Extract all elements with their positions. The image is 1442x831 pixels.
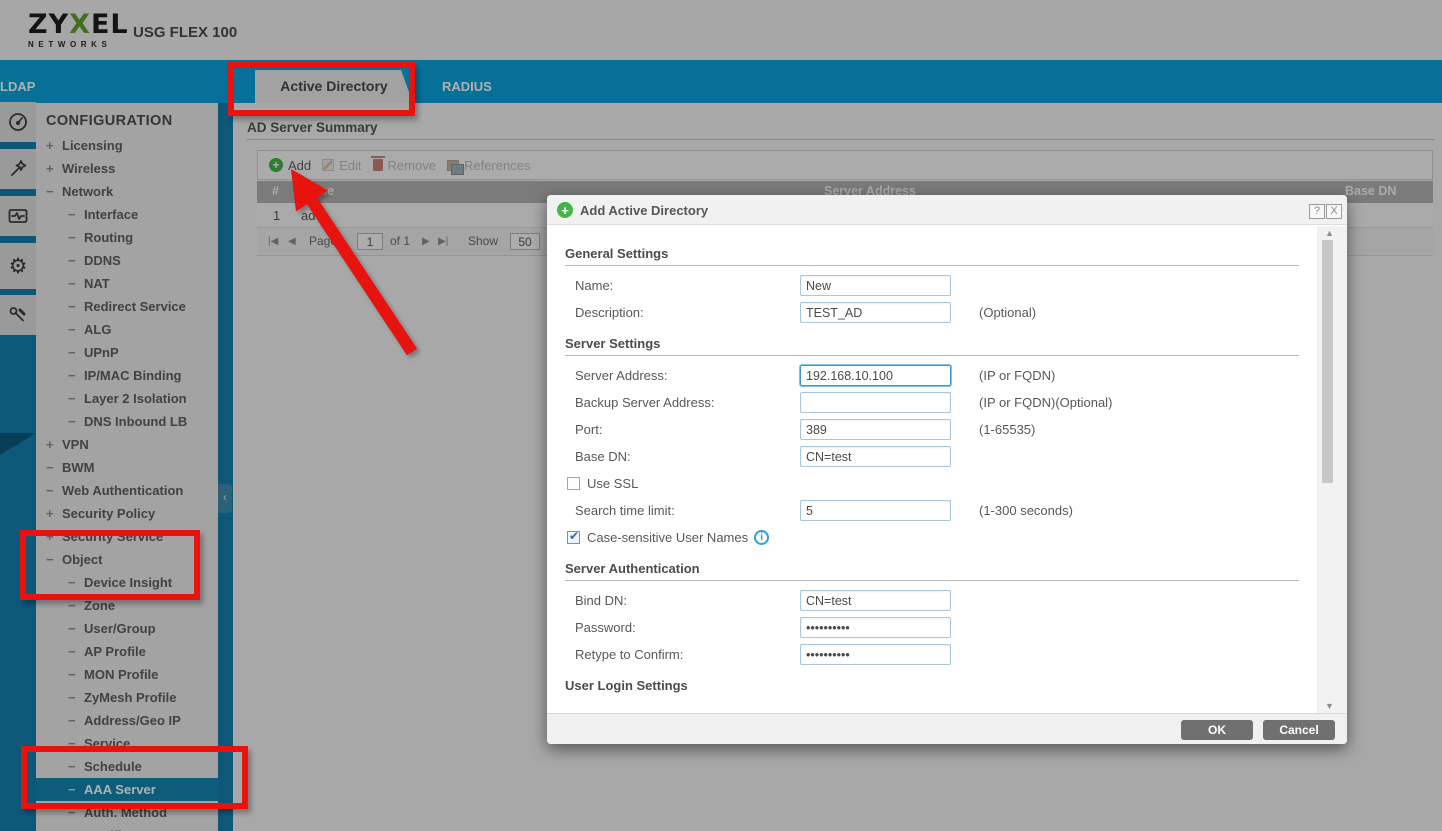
form-row: Case-sensitive User Names i bbox=[567, 528, 1317, 547]
name-input[interactable] bbox=[800, 275, 951, 296]
dialog-footer: OK Cancel bbox=[547, 713, 1347, 744]
password-input[interactable] bbox=[800, 617, 951, 638]
form-row: Description: (Optional) bbox=[575, 303, 1317, 322]
section-divider bbox=[565, 355, 1299, 356]
add-active-directory-dialog: + Add Active Directory ? X General Setti… bbox=[547, 195, 1347, 744]
scroll-up-icon[interactable]: ▲ bbox=[1325, 228, 1334, 238]
field-label: Search time limit: bbox=[575, 503, 800, 518]
section-heading-general-settings: General Settings bbox=[565, 246, 1317, 261]
description-input[interactable] bbox=[800, 302, 951, 323]
ok-button[interactable]: OK bbox=[1181, 720, 1253, 740]
server-address-input[interactable] bbox=[800, 365, 951, 386]
zyxel-usg-flex-page: ZYXEL NETWORKS USG FLEX 100 Active Direc… bbox=[0, 0, 1442, 831]
bind-dn-input[interactable] bbox=[800, 590, 951, 611]
form-row: Base DN: bbox=[575, 447, 1317, 466]
form-row: Retype to Confirm: bbox=[575, 645, 1317, 664]
dialog-titlebar: + Add Active Directory ? X bbox=[547, 195, 1347, 225]
checkbox-label: Use SSL bbox=[587, 476, 638, 491]
section-divider bbox=[565, 265, 1299, 266]
field-label: Description: bbox=[575, 305, 800, 320]
backup-server-address-input[interactable] bbox=[800, 392, 951, 413]
section-heading-server-authentication: Server Authentication bbox=[565, 561, 1317, 576]
field-hint: (1-65535) bbox=[979, 422, 1035, 437]
form-row: Use SSL bbox=[567, 474, 1317, 493]
form-row: Port: (1-65535) bbox=[575, 420, 1317, 439]
checkbox-label: Case-sensitive User Names bbox=[587, 530, 748, 545]
base-dn-input[interactable] bbox=[800, 446, 951, 467]
cancel-button[interactable]: Cancel bbox=[1263, 720, 1335, 740]
dialog-title: Add Active Directory bbox=[580, 203, 708, 218]
add-icon: + bbox=[557, 202, 573, 218]
field-label: Password: bbox=[575, 620, 800, 635]
section-divider bbox=[565, 580, 1299, 581]
section-heading-server-settings: Server Settings bbox=[565, 336, 1317, 351]
scroll-down-icon[interactable]: ▼ bbox=[1325, 701, 1334, 711]
dialog-body: General Settings Name: Description: (Option… bbox=[547, 226, 1317, 713]
section-heading-user-login-settings: User Login Settings bbox=[565, 678, 1317, 693]
unchecked-checkbox[interactable] bbox=[567, 477, 580, 490]
field-label: Name: bbox=[575, 278, 800, 293]
annotation-box-active-directory-tab bbox=[228, 62, 415, 116]
field-label: Retype to Confirm: bbox=[575, 647, 800, 662]
info-icon[interactable]: i bbox=[754, 530, 769, 545]
field-label: Base DN: bbox=[575, 449, 800, 464]
search-time-limit-input[interactable] bbox=[800, 500, 951, 521]
annotation-box-aaa-server-menu bbox=[21, 746, 248, 809]
form-row: Bind DN: bbox=[575, 591, 1317, 610]
field-label: Server Address: bbox=[575, 368, 800, 383]
field-hint: (IP or FQDN) bbox=[979, 368, 1055, 383]
annotation-box-object-menu bbox=[20, 530, 200, 600]
form-row: Server Address: (IP or FQDN) bbox=[575, 366, 1317, 385]
checked-checkbox[interactable] bbox=[567, 531, 580, 544]
field-hint: (Optional) bbox=[979, 305, 1036, 320]
form-row: Search time limit: (1-300 seconds) bbox=[575, 501, 1317, 520]
field-hint: (IP or FQDN)(Optional) bbox=[979, 395, 1112, 410]
dialog-scrollbar[interactable]: ▲ ▼ bbox=[1317, 226, 1347, 713]
help-icon[interactable]: ? bbox=[1309, 204, 1325, 219]
retype-to-confirm-input[interactable] bbox=[800, 644, 951, 665]
close-icon[interactable]: X bbox=[1326, 204, 1342, 219]
scrollbar-thumb[interactable] bbox=[1322, 240, 1333, 483]
field-label: Bind DN: bbox=[575, 593, 800, 608]
form-row: Password: bbox=[575, 618, 1317, 637]
field-label: Port: bbox=[575, 422, 800, 437]
field-label: Backup Server Address: bbox=[575, 395, 800, 410]
form-row: Backup Server Address: (IP or FQDN)(Optio… bbox=[575, 393, 1317, 412]
form-row: Name: bbox=[575, 276, 1317, 295]
field-hint: (1-300 seconds) bbox=[979, 503, 1073, 518]
port-input[interactable] bbox=[800, 419, 951, 440]
